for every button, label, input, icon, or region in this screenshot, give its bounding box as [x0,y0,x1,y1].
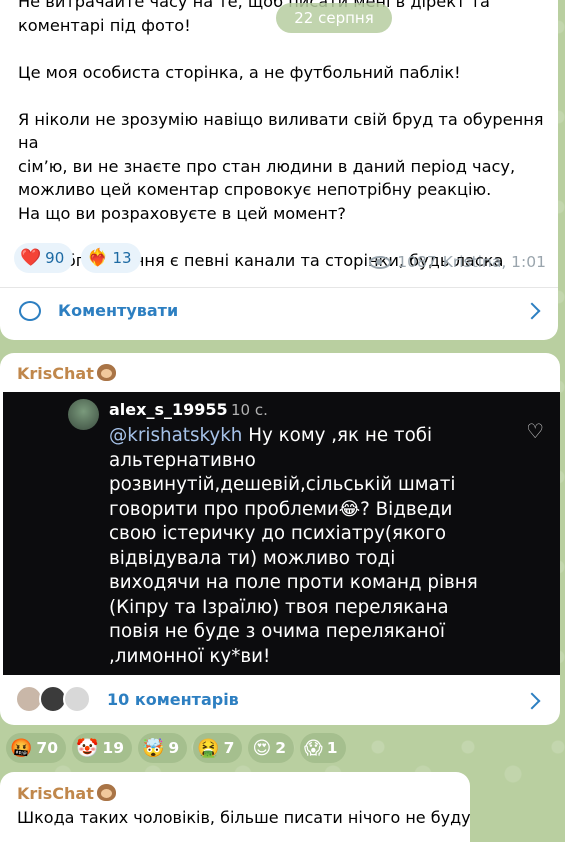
views-count: 1087 [397,253,437,271]
commenter-username: alex_s_19955 [109,400,228,419]
comment-body: Ну кому ,як не тобі альтернативно розвин… [109,425,478,667]
message-text: Шкода таких чоловіків, більше писати ніч… [17,808,471,827]
author-time: Kristina, 1:01 [442,253,546,271]
mention: @krishatskykh [109,425,243,446]
reaction-angry[interactable]: 🤬 70 [6,733,66,763]
scream-icon: 😱 [304,737,323,759]
post-meta: 1087 Kristina, 1:01 [369,253,546,271]
reaction-count: 13 [112,249,132,267]
like-heart-icon: ♡ [526,419,544,443]
commenter-avatars [15,685,95,715]
angry-face-icon: 🤬 [10,737,33,759]
comments-link[interactable]: 10 коментарів [107,690,239,709]
reaction-heart-eyes[interactable]: 😍 2 [248,733,294,763]
views-icon [369,255,392,269]
message-reactions: 🤬 70 🤡 19 🤯 9 🤮 7 😍 2 😱 1 [6,733,346,763]
date-pill: 22 серпня [276,3,392,33]
clown-icon: 🤡 [76,737,99,759]
monkey-icon [96,784,116,801]
reaction-clown[interactable]: 🤡 19 [72,733,132,763]
reaction-count: 90 [45,249,65,267]
post-text: Не витрачайте часу на те, щоб писати мен… [18,0,544,270]
post-reactions: ❤️ 90 ❤️‍🔥 13 [14,243,141,273]
reaction-count: 7 [223,739,235,757]
exploding-head-icon: 🤯 [142,737,165,759]
heart-eyes-icon: 😍 [252,737,272,759]
chevron-right-icon[interactable] [523,692,541,710]
reaction-count: 9 [168,739,180,757]
reaction-heart[interactable]: ❤️ 90 [14,243,74,273]
comment-screenshot[interactable]: alex_s_19955 10 с. @krishatskykh Ну кому… [3,392,560,675]
comment-button[interactable]: Коментувати [0,294,558,328]
comment-bubble-icon [19,301,41,321]
chat-message: KrisChat alex_s_19955 10 с. @krishatskyk… [0,353,560,725]
heart-icon: ❤️ [20,248,42,268]
channel-post: Не витрачайте часу на те, щоб писати мен… [0,0,558,340]
reaction-count: 2 [275,739,286,757]
avatar [68,399,99,430]
comment-text: @krishatskykh Ну кому ,як не тобі альтер… [109,424,489,669]
avatar [63,685,91,713]
vomit-icon: 🤮 [197,737,220,759]
reaction-heart-fire[interactable]: ❤️‍🔥 13 [81,243,141,273]
divider [0,287,558,288]
reaction-scream[interactable]: 😱 1 [300,733,346,763]
reaction-count: 70 [36,739,58,757]
comment-label: Коментувати [58,301,179,320]
reaction-count: 19 [102,739,124,757]
reaction-exploding[interactable]: 🤯 9 [138,733,188,763]
sender-name: KrisChat [17,364,116,383]
chat-message: KrisChat Шкода таких чоловіків, більше п… [0,772,471,842]
monkey-icon [96,364,116,381]
reaction-count: 1 [326,739,338,757]
sender-name: KrisChat [17,784,116,803]
heart-fire-icon: ❤️‍🔥 [87,248,109,268]
reaction-vomit[interactable]: 🤮 7 [193,733,243,763]
chevron-right-icon [523,302,541,320]
comment-time: 10 с. [231,401,268,419]
